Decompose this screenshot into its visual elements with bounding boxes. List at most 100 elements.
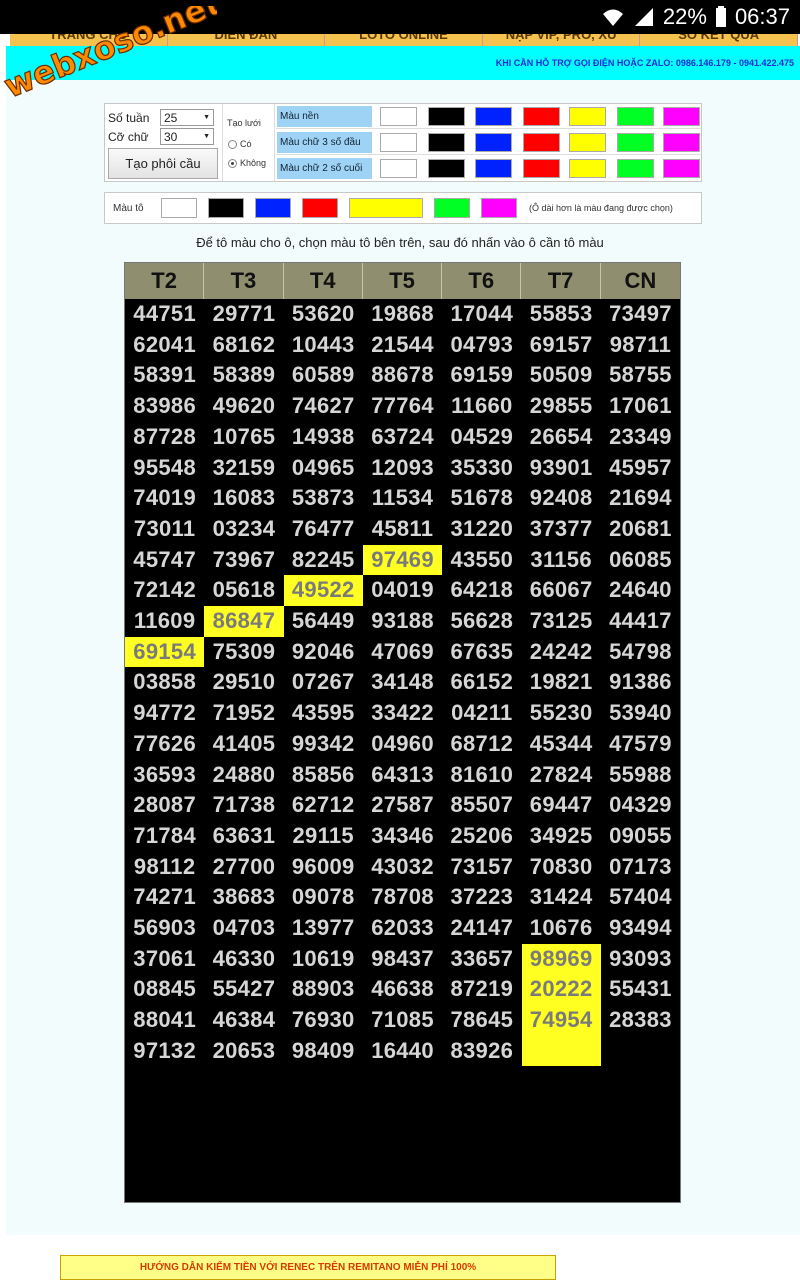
grid-cell[interactable]: 17044 bbox=[442, 299, 521, 330]
grid-cell[interactable]: 86847 bbox=[204, 606, 284, 637]
grid-cell[interactable]: 73157 bbox=[442, 852, 521, 883]
grid-cell[interactable]: 69159 bbox=[442, 360, 521, 391]
color-swatch[interactable] bbox=[380, 159, 417, 178]
grid-cell[interactable]: 07267 bbox=[284, 667, 363, 698]
grid-cell[interactable]: 55988 bbox=[601, 760, 680, 791]
grid-cell[interactable]: 32159 bbox=[204, 453, 283, 484]
grid-cell[interactable]: 16083 bbox=[204, 483, 283, 514]
grid-cell[interactable]: 88903 bbox=[284, 974, 363, 1005]
grid-cell[interactable]: 44751 bbox=[125, 299, 204, 330]
paint-swatch[interactable] bbox=[208, 198, 244, 218]
grid-cell[interactable]: 47579 bbox=[601, 729, 680, 760]
grid-cell[interactable]: 04960 bbox=[363, 729, 442, 760]
grid-cell[interactable]: 10676 bbox=[522, 913, 601, 944]
color-swatch[interactable] bbox=[617, 133, 654, 152]
grid-cell[interactable]: 23349 bbox=[601, 422, 680, 453]
grid-cell[interactable]: 24880 bbox=[204, 760, 283, 791]
grid-cell[interactable]: 34148 bbox=[363, 667, 442, 698]
color-swatch[interactable] bbox=[617, 107, 654, 126]
grid-cell[interactable]: 91386 bbox=[601, 667, 680, 698]
paint-swatch[interactable] bbox=[302, 198, 338, 218]
weeks-select[interactable]: 25 ▼ bbox=[160, 109, 214, 126]
paint-swatch[interactable] bbox=[161, 198, 197, 218]
grid-cell[interactable]: 46330 bbox=[204, 944, 283, 975]
grid-cell[interactable]: 10765 bbox=[204, 422, 283, 453]
color-swatch[interactable] bbox=[663, 107, 700, 126]
grid-cell[interactable]: 92408 bbox=[522, 483, 601, 514]
grid-cell[interactable]: 21544 bbox=[363, 330, 442, 361]
grid-cell[interactable]: 45957 bbox=[601, 453, 680, 484]
grid-cell[interactable]: 33422 bbox=[363, 698, 442, 729]
grid-cell[interactable]: 16440 bbox=[363, 1036, 442, 1067]
grid-cell[interactable]: 87728 bbox=[125, 422, 204, 453]
grid-cell[interactable]: 69447 bbox=[522, 790, 601, 821]
grid-cell[interactable]: 07173 bbox=[601, 852, 680, 883]
grid-cell[interactable]: 08845 bbox=[125, 974, 204, 1005]
grid-cell[interactable]: 34346 bbox=[363, 821, 442, 852]
grid-cell[interactable]: 43032 bbox=[363, 852, 442, 883]
grid-cell[interactable]: 20222 bbox=[521, 974, 601, 1006]
grid-cell[interactable]: 64313 bbox=[363, 760, 442, 791]
grid-cell[interactable]: 93093 bbox=[601, 944, 680, 975]
grid-cell[interactable]: 25206 bbox=[442, 821, 521, 852]
grid-cell[interactable]: 82245 bbox=[284, 545, 363, 576]
grid-cell[interactable]: 98969 bbox=[521, 943, 601, 975]
grid-cell[interactable]: 56628 bbox=[442, 606, 521, 637]
grid-cell[interactable]: 04211 bbox=[442, 698, 521, 729]
grid-cell[interactable]: 29510 bbox=[204, 667, 283, 698]
grid-cell[interactable]: 04965 bbox=[284, 453, 363, 484]
grid-cell[interactable]: 77764 bbox=[363, 391, 442, 422]
grid-cell[interactable]: 76930 bbox=[284, 1005, 363, 1036]
grid-cell[interactable]: 06085 bbox=[601, 545, 680, 576]
grid-cell[interactable]: 53873 bbox=[284, 483, 363, 514]
grid-cell[interactable]: 49522 bbox=[283, 575, 363, 606]
grid-cell[interactable]: 54798 bbox=[601, 637, 680, 668]
grid-cell[interactable]: 58389 bbox=[204, 360, 283, 391]
paint-swatch[interactable] bbox=[255, 198, 291, 218]
grid-cell[interactable]: 74954 bbox=[521, 1005, 601, 1036]
grid-cell[interactable]: 50509 bbox=[522, 360, 601, 391]
grid-cell[interactable]: 95548 bbox=[125, 453, 204, 484]
color-swatch[interactable] bbox=[523, 159, 560, 178]
grid-cell[interactable]: 47069 bbox=[363, 637, 442, 668]
grid-cell[interactable]: 11660 bbox=[442, 391, 521, 422]
grid-cell[interactable]: 97469 bbox=[362, 544, 443, 576]
radio-grid-yes[interactable]: Có bbox=[228, 139, 252, 149]
grid-cell[interactable]: 68162 bbox=[204, 330, 283, 361]
grid-cell[interactable]: 73125 bbox=[522, 606, 601, 637]
grid-cell[interactable]: 73967 bbox=[204, 545, 283, 576]
grid-cell[interactable]: 51678 bbox=[442, 483, 521, 514]
color-swatch[interactable] bbox=[523, 107, 560, 126]
grid-cell[interactable]: 93188 bbox=[363, 606, 442, 637]
grid-cell[interactable]: 72142 bbox=[125, 575, 204, 606]
grid-cell[interactable]: 21694 bbox=[601, 483, 680, 514]
color-swatch[interactable] bbox=[475, 107, 512, 126]
grid-cell[interactable]: 09055 bbox=[601, 821, 680, 852]
grid-cell[interactable]: 74019 bbox=[125, 483, 204, 514]
grid-cell[interactable]: 20681 bbox=[601, 514, 680, 545]
grid-cell[interactable]: 20653 bbox=[204, 1036, 283, 1067]
grid-cell[interactable]: 26654 bbox=[522, 422, 601, 453]
grid-cell[interactable]: 98711 bbox=[601, 330, 680, 361]
grid-cell[interactable]: 88678 bbox=[363, 360, 442, 391]
grid-cell[interactable]: 04019 bbox=[363, 575, 442, 606]
color-swatch[interactable] bbox=[569, 133, 606, 152]
grid-cell[interactable]: 58755 bbox=[601, 360, 680, 391]
grid-cell[interactable]: 04703 bbox=[204, 913, 283, 944]
grid-cell[interactable]: 62712 bbox=[284, 790, 363, 821]
grid-cell[interactable]: 55853 bbox=[522, 299, 601, 330]
grid-cell[interactable]: 85856 bbox=[284, 760, 363, 791]
color-swatch[interactable] bbox=[617, 159, 654, 178]
grid-cell[interactable] bbox=[521, 1035, 601, 1067]
grid-cell[interactable]: 19868 bbox=[363, 299, 442, 330]
grid-cell[interactable]: 24242 bbox=[522, 637, 601, 668]
grid-cell[interactable]: 92046 bbox=[284, 637, 363, 668]
grid-cell[interactable]: 09078 bbox=[284, 882, 363, 913]
grid-cell[interactable]: 13977 bbox=[284, 913, 363, 944]
grid-cell[interactable]: 60589 bbox=[284, 360, 363, 391]
paint-swatch[interactable] bbox=[481, 198, 517, 218]
grid-cell[interactable]: 31424 bbox=[522, 882, 601, 913]
color-swatch[interactable] bbox=[569, 107, 606, 126]
grid-cell[interactable]: 46638 bbox=[363, 974, 442, 1005]
grid-cell[interactable]: 69157 bbox=[522, 330, 601, 361]
